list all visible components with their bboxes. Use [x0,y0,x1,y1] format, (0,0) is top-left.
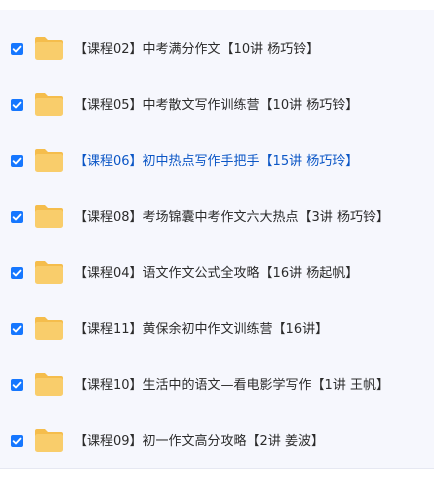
folder-icon[interactable] [34,147,64,173]
checkbox-checked-icon[interactable] [11,267,23,279]
list-item-label[interactable]: 【课程02】中考满分作文【10讲 杨巧铃】 [74,40,319,60]
list-item-label[interactable]: 【课程11】黄保余初中作文训练营【16讲】 [74,320,328,340]
folder-icon[interactable] [34,259,64,285]
file-list-panel: 【课程02】中考满分作文【10讲 杨巧铃】 【课程05】中考散文写作训练营【10… [0,10,434,469]
list-item-label[interactable]: 【课程09】初一作文高分攻略【2讲 姜波】 [74,432,324,452]
checkbox-checked-icon[interactable] [11,379,23,391]
list-item[interactable]: 【课程09】初一作文高分攻略【2讲 姜波】 [0,422,434,462]
list-item-label[interactable]: 【课程05】中考散文写作训练营【10讲 杨巧铃】 [74,96,358,116]
list-item-label[interactable]: 【课程04】语文作文公式全攻略【16讲 杨起帆】 [74,264,358,284]
checkbox-checked-icon[interactable] [11,43,23,55]
list-item[interactable]: 【课程06】初中热点写作手把手【15讲 杨巧玲】 [0,142,434,182]
list-item[interactable]: 【课程05】中考散文写作训练营【10讲 杨巧铃】 [0,86,434,126]
folder-icon[interactable] [34,371,64,397]
list-item-label[interactable]: 【课程10】生活中的语文—看电影学写作【1讲 王帆】 [74,376,389,396]
list-item[interactable]: 【课程04】语文作文公式全攻略【16讲 杨起帆】 [0,254,434,294]
checkbox-checked-icon[interactable] [11,99,23,111]
list-item[interactable]: 【课程11】黄保余初中作文训练营【16讲】 [0,310,434,350]
list-item[interactable]: 【课程10】生活中的语文—看电影学写作【1讲 王帆】 [0,366,434,406]
checkbox-checked-icon[interactable] [11,155,23,167]
list-item-label[interactable]: 【课程06】初中热点写作手把手【15讲 杨巧玲】 [74,152,358,172]
checkbox-checked-icon[interactable] [11,211,23,223]
list-item[interactable]: 【课程08】考场锦囊中考作文六大热点【3讲 杨巧铃】 [0,198,434,238]
folder-icon[interactable] [34,35,64,61]
checkbox-checked-icon[interactable] [11,323,23,335]
list-item[interactable]: 【课程02】中考满分作文【10讲 杨巧铃】 [0,30,434,70]
list-item-label[interactable]: 【课程08】考场锦囊中考作文六大热点【3讲 杨巧铃】 [74,208,389,228]
folder-icon[interactable] [34,203,64,229]
folder-icon[interactable] [34,427,64,453]
folder-icon[interactable] [34,91,64,117]
folder-icon[interactable] [34,315,64,341]
checkbox-checked-icon[interactable] [11,435,23,447]
